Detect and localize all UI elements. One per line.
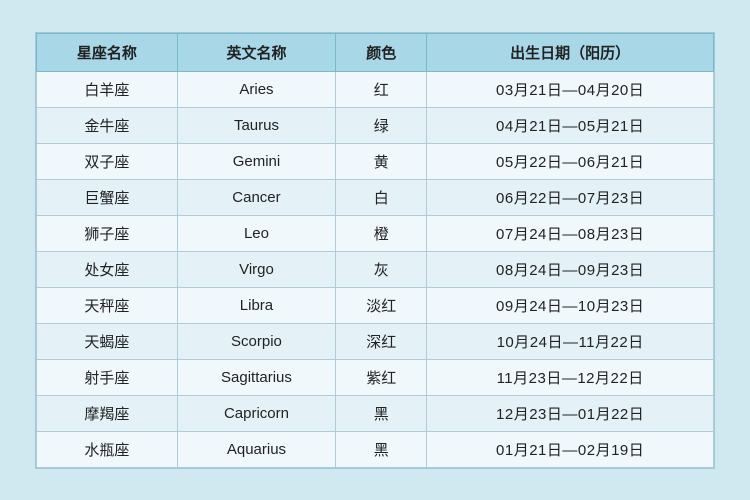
cell-chinese-name: 摩羯座 <box>37 395 178 431</box>
cell-english-name: Cancer <box>177 179 336 215</box>
cell-chinese-name: 金牛座 <box>37 107 178 143</box>
cell-chinese-name: 水瓶座 <box>37 431 178 467</box>
cell-color: 黄 <box>336 143 427 179</box>
table-row: 天秤座Libra淡红09月24日—10月23日 <box>37 287 714 323</box>
table-row: 巨蟹座Cancer白06月22日—07月23日 <box>37 179 714 215</box>
cell-color: 紫红 <box>336 359 427 395</box>
cell-dates: 11月23日—12月22日 <box>427 359 714 395</box>
table-row: 双子座Gemini黄05月22日—06月21日 <box>37 143 714 179</box>
zodiac-table-container: 星座名称 英文名称 颜色 出生日期（阳历） 白羊座Aries红03月21日—04… <box>35 32 715 469</box>
table-row: 天蝎座Scorpio深红10月24日—11月22日 <box>37 323 714 359</box>
cell-chinese-name: 双子座 <box>37 143 178 179</box>
cell-english-name: Gemini <box>177 143 336 179</box>
table-row: 狮子座Leo橙07月24日—08月23日 <box>37 215 714 251</box>
table-row: 射手座Sagittarius紫红11月23日—12月22日 <box>37 359 714 395</box>
cell-color: 黑 <box>336 431 427 467</box>
table-row: 水瓶座Aquarius黑01月21日—02月19日 <box>37 431 714 467</box>
cell-chinese-name: 处女座 <box>37 251 178 287</box>
table-row: 白羊座Aries红03月21日—04月20日 <box>37 71 714 107</box>
cell-color: 淡红 <box>336 287 427 323</box>
header-dates: 出生日期（阳历） <box>427 33 714 71</box>
cell-english-name: Aries <box>177 71 336 107</box>
cell-color: 绿 <box>336 107 427 143</box>
cell-color: 橙 <box>336 215 427 251</box>
table-row: 摩羯座Capricorn黑12月23日—01月22日 <box>37 395 714 431</box>
cell-dates: 12月23日—01月22日 <box>427 395 714 431</box>
cell-color: 深红 <box>336 323 427 359</box>
cell-dates: 07月24日—08月23日 <box>427 215 714 251</box>
cell-english-name: Virgo <box>177 251 336 287</box>
cell-dates: 01月21日—02月19日 <box>427 431 714 467</box>
header-color: 颜色 <box>336 33 427 71</box>
cell-dates: 05月22日—06月21日 <box>427 143 714 179</box>
cell-chinese-name: 射手座 <box>37 359 178 395</box>
header-chinese-name: 星座名称 <box>37 33 178 71</box>
cell-color: 白 <box>336 179 427 215</box>
cell-english-name: Libra <box>177 287 336 323</box>
cell-dates: 04月21日—05月21日 <box>427 107 714 143</box>
cell-english-name: Taurus <box>177 107 336 143</box>
cell-chinese-name: 狮子座 <box>37 215 178 251</box>
table-header-row: 星座名称 英文名称 颜色 出生日期（阳历） <box>37 33 714 71</box>
table-body: 白羊座Aries红03月21日—04月20日金牛座Taurus绿04月21日—0… <box>37 71 714 467</box>
cell-english-name: Aquarius <box>177 431 336 467</box>
table-row: 金牛座Taurus绿04月21日—05月21日 <box>37 107 714 143</box>
cell-dates: 10月24日—11月22日 <box>427 323 714 359</box>
cell-chinese-name: 天秤座 <box>37 287 178 323</box>
cell-english-name: Capricorn <box>177 395 336 431</box>
header-english-name: 英文名称 <box>177 33 336 71</box>
cell-english-name: Scorpio <box>177 323 336 359</box>
cell-dates: 03月21日—04月20日 <box>427 71 714 107</box>
table-row: 处女座Virgo灰08月24日—09月23日 <box>37 251 714 287</box>
cell-chinese-name: 天蝎座 <box>37 323 178 359</box>
zodiac-table: 星座名称 英文名称 颜色 出生日期（阳历） 白羊座Aries红03月21日—04… <box>36 33 714 468</box>
cell-english-name: Sagittarius <box>177 359 336 395</box>
cell-color: 灰 <box>336 251 427 287</box>
cell-dates: 06月22日—07月23日 <box>427 179 714 215</box>
cell-color: 红 <box>336 71 427 107</box>
cell-dates: 09月24日—10月23日 <box>427 287 714 323</box>
cell-english-name: Leo <box>177 215 336 251</box>
cell-chinese-name: 白羊座 <box>37 71 178 107</box>
cell-dates: 08月24日—09月23日 <box>427 251 714 287</box>
cell-color: 黑 <box>336 395 427 431</box>
cell-chinese-name: 巨蟹座 <box>37 179 178 215</box>
